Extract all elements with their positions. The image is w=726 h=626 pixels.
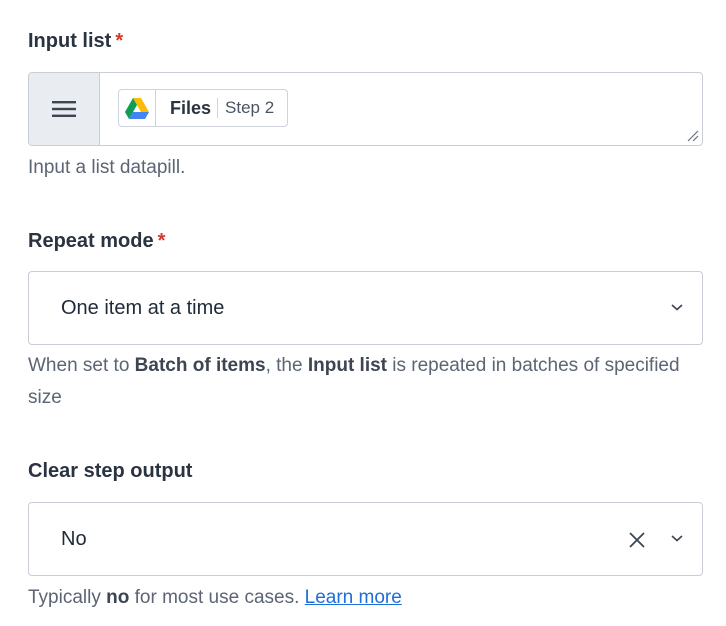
- repeat-mode-hint: When set to Batch of items, the Input li…: [28, 355, 680, 408]
- required-mark: *: [157, 230, 166, 252]
- repeat-mode-select[interactable]: One item at a time: [28, 271, 703, 345]
- clear-step-output-field: Clear step output No Typically no for mo…: [28, 460, 703, 608]
- clear-step-output-select[interactable]: No: [28, 502, 703, 576]
- clear-step-output-label: Clear step output: [28, 460, 193, 482]
- chevron-down-icon[interactable]: [670, 302, 684, 312]
- input-list-hint: Input a list datapill.: [28, 157, 186, 178]
- chevron-down-icon[interactable]: [670, 533, 684, 543]
- list-menu-icon[interactable]: [29, 73, 100, 145]
- resize-handle-icon[interactable]: [687, 130, 699, 142]
- repeat-mode-value: One item at a time: [61, 296, 225, 319]
- datapill-name: Files: [170, 97, 212, 118]
- clear-icon[interactable]: [627, 530, 647, 550]
- input-list-label: Input list *: [28, 30, 124, 52]
- repeat-mode-field: Repeat mode * One item at a time When se…: [28, 230, 703, 408]
- repeat-mode-label: Repeat mode *: [28, 230, 166, 252]
- datapill-step: Step 2: [225, 98, 275, 117]
- learn-more-link[interactable]: Learn more: [305, 587, 402, 608]
- required-mark: *: [115, 30, 124, 52]
- input-list-input[interactable]: Files Step 2: [28, 72, 703, 146]
- google-drive-icon: [119, 90, 156, 126]
- clear-step-output-hint: Typically no for most use cases. Learn m…: [28, 587, 402, 608]
- datapill-files[interactable]: Files Step 2: [118, 89, 289, 127]
- clear-step-output-value: No: [61, 527, 87, 550]
- input-list-field: Input list * Files Step 2 Input a list d…: [28, 30, 703, 178]
